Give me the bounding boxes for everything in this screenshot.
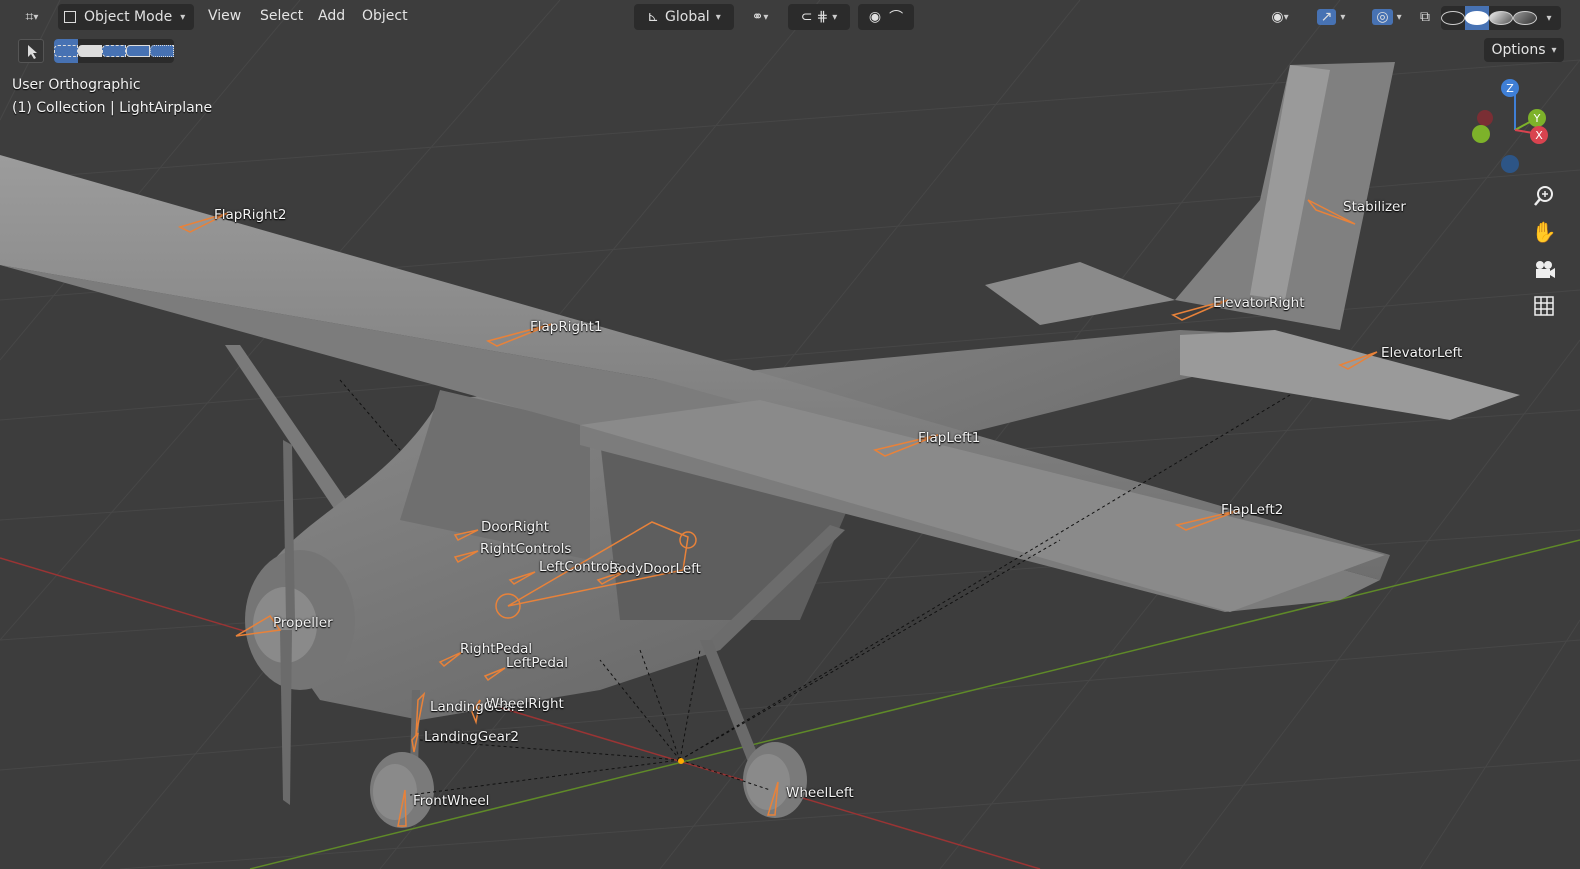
zoom-button[interactable] [1528, 180, 1560, 212]
select-intersect-icon [150, 45, 174, 57]
collection-info-label: (1) Collection | LightAirplane [12, 100, 213, 116]
bone-label-flapleft1[interactable]: FlapLeft1 [918, 430, 980, 446]
bone-label-elevatorleft[interactable]: ElevatorLeft [1381, 345, 1462, 361]
chevron-down-icon: ▾ [715, 11, 721, 23]
bone-label-leftpedal[interactable]: LeftPedal [506, 655, 568, 671]
select-subtract-button[interactable] [102, 39, 126, 63]
selection-mode-group[interactable] [54, 39, 174, 63]
bone-label-stabilizer[interactable]: Stabilizer [1343, 199, 1406, 215]
bone-label-flapright1[interactable]: FlapRight1 [530, 319, 603, 335]
bone-label-bodydoorleft[interactable]: BodyDoorLeft [609, 561, 701, 577]
eye-icon: ◉ [1271, 9, 1284, 25]
camera-view-button[interactable] [1528, 254, 1560, 286]
pivot-point-dropdown[interactable]: ⚭ ▾ [742, 4, 778, 30]
gizmo-icon: ↗ [1316, 9, 1337, 25]
select-subtract-icon [102, 45, 126, 57]
snap-increment-icon: ⋕ [816, 9, 829, 25]
material-shading-button[interactable] [1489, 6, 1513, 30]
armature-origin[interactable] [678, 758, 684, 764]
bone-label-rightcontrols[interactable]: RightControls [480, 541, 571, 557]
neg-x-axis-icon[interactable] [1477, 110, 1493, 126]
options-dropdown[interactable]: Options ▾ [1484, 38, 1564, 62]
chevron-down-icon: ▾ [1551, 44, 1557, 56]
solid-sphere-icon [1465, 11, 1489, 25]
shading-options-button[interactable]: ▾ [1537, 6, 1561, 30]
mode-label: Object Mode [84, 9, 173, 25]
chevron-down-icon: ▾ [763, 11, 769, 23]
chevron-down-icon: ▾ [33, 11, 39, 23]
hand-icon: ✋ [1531, 220, 1557, 244]
visibility-dropdown[interactable]: ◉ ▾ [1262, 4, 1298, 30]
select-intersect-button[interactable] [150, 39, 174, 63]
proportional-editing-icon: ◉ [868, 9, 882, 25]
bone-label-wheelright[interactable]: WheelRight [486, 696, 564, 712]
chevron-down-icon: ▾ [1546, 12, 1552, 24]
overlays-icon: ◎ [1372, 9, 1393, 25]
shading-mode-group[interactable]: ▾ [1441, 6, 1561, 30]
bone-label-propeller[interactable]: Propeller [273, 615, 333, 631]
rendered-sphere-icon [1513, 11, 1537, 25]
material-sphere-icon [1489, 11, 1513, 25]
bone-label-landinggear2[interactable]: LandingGear2 [424, 729, 519, 745]
object-mode-icon [64, 11, 76, 23]
wireframe-icon [1441, 11, 1465, 25]
chevron-down-icon: ▾ [1396, 11, 1402, 23]
camera-icon [1536, 261, 1555, 278]
mode-dropdown[interactable]: Object Mode ▾ [58, 4, 194, 30]
solid-shading-button[interactable] [1465, 6, 1489, 30]
bone-label-frontwheel[interactable]: FrontWheel [413, 793, 489, 809]
view-name-label: User Orthographic [12, 77, 141, 93]
snapping-controls[interactable]: ⊂ ⋕ ▾ [788, 4, 850, 30]
snap-magnet-icon: ⊂ [800, 9, 813, 25]
falloff-curve-icon: ⌒ [889, 10, 904, 26]
chevron-down-icon: ▾ [1283, 11, 1289, 23]
grid-icon [1534, 296, 1554, 316]
overlays-toggle[interactable]: ◎ ▾ [1366, 4, 1408, 30]
pan-button[interactable]: ✋ [1528, 216, 1560, 248]
toggle-perspective-button[interactable] [1528, 290, 1560, 322]
chevron-down-icon: ▾ [832, 11, 838, 23]
neg-z-axis-icon[interactable] [1501, 155, 1519, 173]
options-label: Options [1491, 42, 1546, 58]
pivot-icon: ⚭ [751, 9, 764, 25]
bone-label-wheelleft[interactable]: WheelLeft [786, 785, 854, 801]
neg-y-axis-icon[interactable] [1472, 125, 1490, 143]
menu-add[interactable]: Add [318, 8, 345, 24]
wireframe-shading-button[interactable] [1441, 6, 1465, 30]
menu-view[interactable]: View [208, 8, 241, 24]
3d-viewport[interactable] [0, 0, 1580, 869]
bone-label-flapleft2[interactable]: FlapLeft2 [1221, 502, 1283, 518]
menu-select[interactable]: Select [260, 8, 303, 24]
orientation-axes-icon: ⊾ [647, 9, 660, 25]
select-tool-button[interactable] [18, 39, 44, 63]
select-new-button[interactable] [54, 39, 78, 63]
gizmo-y-label: Y [1533, 112, 1541, 125]
select-invert-icon [126, 45, 150, 57]
transform-gizmo-icon: ⌗ [25, 9, 34, 25]
menu-object[interactable]: Object [362, 8, 408, 24]
select-extend-button[interactable] [78, 39, 102, 63]
editor-type-button[interactable]: ⌗ ▾ [14, 4, 50, 30]
proportional-editing-controls[interactable]: ◉ ⌒ [858, 4, 914, 30]
chevron-down-icon: ▾ [1340, 11, 1346, 23]
bone-label-doorright[interactable]: DoorRight [481, 519, 549, 535]
chevron-down-icon: ▾ [180, 11, 186, 23]
bone-label-elevatorright[interactable]: ElevatorRight [1213, 295, 1305, 311]
xray-icon: ⧉ [1420, 9, 1430, 25]
rendered-shading-button[interactable] [1513, 6, 1537, 30]
select-invert-button[interactable] [126, 39, 150, 63]
zoom-icon [1534, 186, 1553, 206]
gizmo-z-label: Z [1506, 82, 1514, 95]
select-new-icon [54, 45, 78, 57]
select-extend-icon [78, 45, 102, 57]
bone-label-flapright2[interactable]: FlapRight2 [214, 207, 287, 223]
cursor-select-icon [28, 45, 37, 59]
orientation-label: Global [665, 9, 710, 25]
transform-orientation-dropdown[interactable]: ⊾ Global ▾ [634, 4, 734, 30]
gizmo-x-label: X [1535, 129, 1543, 142]
xray-toggle[interactable]: ⧉ [1414, 4, 1436, 30]
gizmo-toggle[interactable]: ↗ ▾ [1310, 4, 1352, 30]
navigation-gizmo[interactable]: Z Y X [1465, 78, 1565, 178]
